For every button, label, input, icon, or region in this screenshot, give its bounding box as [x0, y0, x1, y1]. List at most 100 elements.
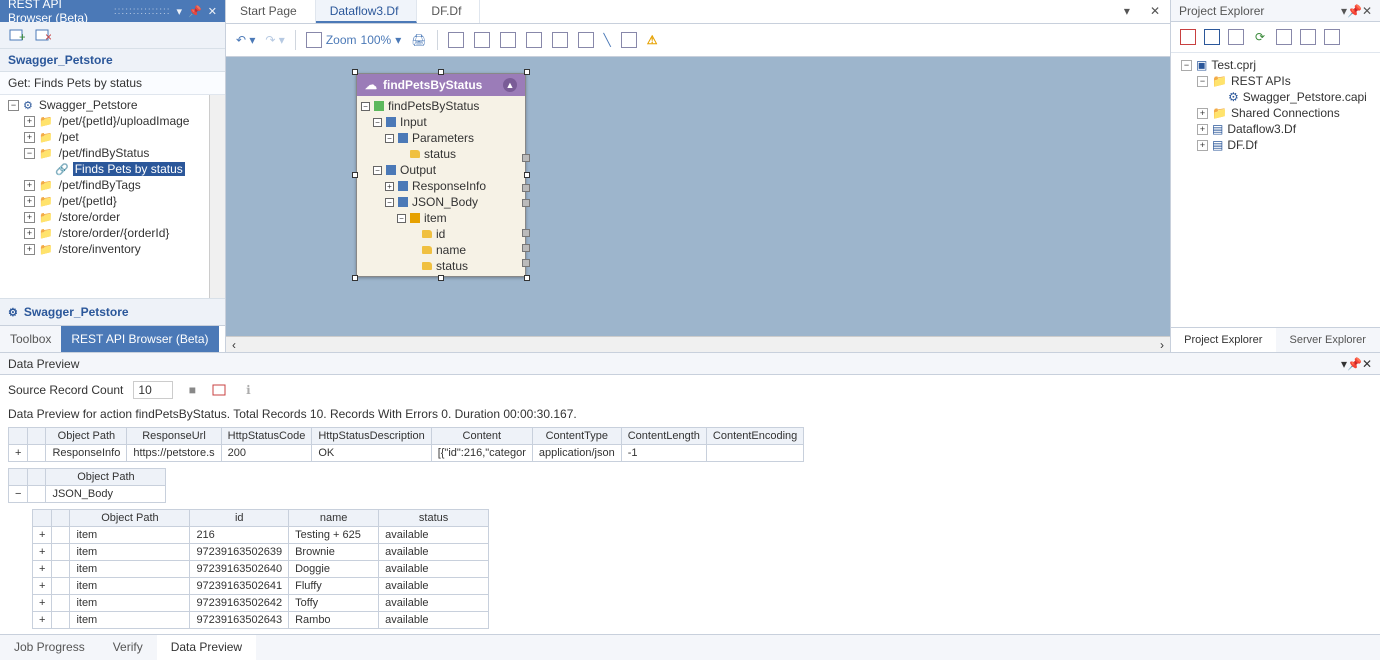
column-header[interactable]: id	[190, 510, 289, 527]
project-tree[interactable]: −▣ Test.cprj−📁 REST APIs⚙ Swagger_Petsto…	[1171, 53, 1380, 327]
column-header[interactable]: Object Path	[46, 428, 127, 445]
expand-icon[interactable]: −	[361, 102, 370, 111]
output-port[interactable]	[522, 259, 530, 267]
tab-data-preview[interactable]: Data Preview	[157, 635, 256, 660]
dropdown-icon[interactable]: ▾	[177, 5, 183, 18]
layout-icon-1[interactable]	[448, 32, 464, 48]
column-header[interactable]: ResponseUrl	[127, 428, 221, 445]
tree-item[interactable]: −📁 REST APIs	[1177, 73, 1374, 89]
node-row[interactable]: −Parameters	[361, 130, 521, 146]
expand-icon[interactable]: +	[24, 180, 35, 191]
redo-button[interactable]: ↷ ▾	[265, 33, 284, 47]
import-icon[interactable]	[1203, 28, 1221, 46]
zoom-button[interactable]: Zoom 100% ▾	[306, 32, 401, 48]
panel-icon[interactable]	[1323, 28, 1341, 46]
expand-icon[interactable]: +	[24, 212, 35, 223]
resize-handle[interactable]	[524, 69, 530, 75]
tree-item[interactable]: +📁/pet/{petId}	[4, 193, 221, 209]
table-row[interactable]: +item97239163502642Toffyavailable	[33, 595, 489, 612]
expand-icon[interactable]: +	[1197, 108, 1208, 119]
tree-item[interactable]: 🔗Finds Pets by status	[4, 161, 221, 177]
node-row[interactable]: name	[361, 242, 521, 258]
layout-icon-6[interactable]	[578, 32, 594, 48]
remove-api-icon[interactable]: ×	[34, 26, 52, 44]
table-row[interactable]: +item216Testing + 625available	[33, 527, 489, 544]
expand-icon[interactable]: −	[385, 134, 394, 143]
resize-handle[interactable]	[524, 172, 530, 178]
expand-icon[interactable]: +	[1197, 140, 1208, 151]
resize-handle[interactable]	[438, 69, 444, 75]
expand-row-icon[interactable]: +	[33, 595, 52, 612]
tree-item[interactable]: +📁/store/order/{orderId}	[4, 225, 221, 241]
panel-icon[interactable]	[1227, 28, 1245, 46]
tree-item[interactable]: +▤ Dataflow3.Df	[1177, 121, 1374, 137]
column-header[interactable]: HttpStatusCode	[221, 428, 312, 445]
expand-icon[interactable]: +	[24, 116, 35, 127]
node-row[interactable]: −Input	[361, 114, 521, 130]
tree-item[interactable]: +📁/pet	[4, 129, 221, 145]
output-port[interactable]	[522, 244, 530, 252]
expand-icon[interactable]: +	[24, 228, 35, 239]
api-tree[interactable]: − ⚙ Swagger_Petstore +📁/pet/{petId}/uplo…	[0, 95, 225, 298]
node-row[interactable]: −item	[361, 210, 521, 226]
node-row[interactable]: −findPetsByStatus	[361, 98, 521, 114]
layout-icon-4[interactable]	[526, 32, 542, 48]
tree-scrollbar[interactable]	[209, 95, 225, 298]
tab-job-progress[interactable]: Job Progress	[0, 635, 99, 660]
pin-icon[interactable]: 📌	[1347, 4, 1362, 18]
expand-icon[interactable]: +	[24, 132, 35, 143]
expand-icon[interactable]: −	[24, 148, 35, 159]
tree-item[interactable]: +▤ DF.Df	[1177, 137, 1374, 153]
tab-rest-api-browser[interactable]: REST API Browser (Beta)	[61, 326, 218, 352]
column-header[interactable]: Content	[431, 428, 532, 445]
close-icon[interactable]: ✕	[208, 5, 217, 18]
resize-handle[interactable]	[352, 275, 358, 281]
count-input[interactable]: 10	[133, 381, 173, 399]
output-port[interactable]	[522, 229, 530, 237]
tree-item[interactable]: +📁/pet/findByTags	[4, 177, 221, 193]
expand-row-icon[interactable]: +	[33, 612, 52, 629]
tree-item[interactable]: −📁/pet/findByStatus	[4, 145, 221, 161]
expand-row-icon[interactable]: +	[33, 527, 52, 544]
node-row[interactable]: status	[361, 258, 521, 274]
resize-handle[interactable]	[352, 172, 358, 178]
expand-icon[interactable]: +	[385, 182, 394, 191]
resize-handle[interactable]	[438, 275, 444, 281]
expand-row-icon[interactable]: +	[33, 544, 52, 561]
tab-start-page[interactable]: Start Page	[226, 0, 316, 23]
tab-project-explorer[interactable]: Project Explorer	[1171, 328, 1276, 352]
tree-item[interactable]: +📁/store/order	[4, 209, 221, 225]
node-row[interactable]: id	[361, 226, 521, 242]
expand-icon[interactable]: +	[24, 196, 35, 207]
panel-title-bar[interactable]: Data Preview ▾ 📌 ✕	[0, 353, 1380, 375]
resize-handle[interactable]	[352, 69, 358, 75]
swagger-footer[interactable]: ⚙ Swagger_Petstore	[0, 298, 225, 325]
expand-row-icon[interactable]: +	[33, 578, 52, 595]
add-api-icon[interactable]: +	[8, 26, 26, 44]
column-header[interactable]: ContentType	[532, 428, 621, 445]
layout-icon-3[interactable]	[500, 32, 516, 48]
layout-icon-7[interactable]	[621, 32, 637, 48]
node-row[interactable]: status	[361, 146, 521, 162]
expand-row-icon[interactable]: +	[33, 561, 52, 578]
undo-button[interactable]: ↶ ▾	[236, 33, 255, 47]
stop-icon[interactable]: ■	[183, 381, 201, 399]
panel-title-bar[interactable]: REST API Browser (Beta) ::::::::::::::: …	[0, 0, 225, 22]
column-header[interactable]: name	[289, 510, 379, 527]
expand-row-icon[interactable]: +	[9, 445, 28, 462]
tree-item[interactable]: +📁 Shared Connections	[1177, 105, 1374, 121]
table-row[interactable]: +item97239163502639Brownieavailable	[33, 544, 489, 561]
tab-close-icon[interactable]: ✕	[1140, 0, 1170, 23]
table-row[interactable]: +item97239163502643Ramboavailable	[33, 612, 489, 629]
tree-item[interactable]: −▣ Test.cprj	[1177, 57, 1374, 73]
tree-item[interactable]: +📁/pet/{petId}/uploadImage	[4, 113, 221, 129]
panel-icon[interactable]	[1299, 28, 1317, 46]
dataflow-canvas[interactable]: ☁ findPetsByStatus ▲ −findPetsByStatus−I…	[226, 57, 1170, 336]
print-icon[interactable]: 🖨	[411, 33, 426, 47]
panel-title-bar[interactable]: Project Explorer ▾ 📌 ✕	[1171, 0, 1380, 22]
preview-grid-area[interactable]: Object PathResponseUrlHttpStatusCodeHttp…	[0, 427, 1380, 634]
output-port[interactable]	[522, 199, 530, 207]
expand-icon[interactable]: −	[373, 118, 382, 127]
tab-menu-icon[interactable]: ▾	[1114, 0, 1140, 23]
expand-icon[interactable]: −	[1181, 60, 1192, 71]
